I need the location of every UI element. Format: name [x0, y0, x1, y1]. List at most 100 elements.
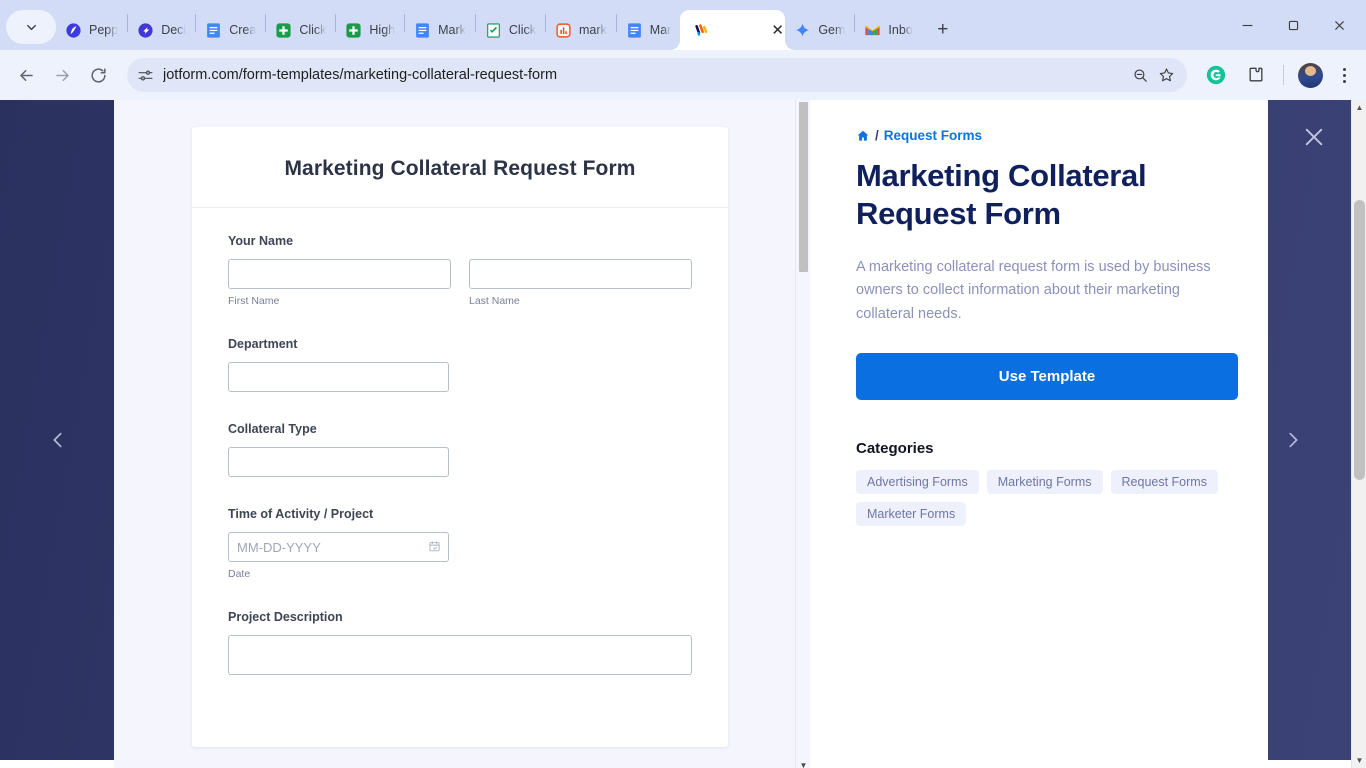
form-title: Marketing Collateral Request Form — [284, 157, 636, 180]
field-time-of-activity: Time of Activity / Project MM-DD-YYYY Da… — [228, 507, 692, 580]
tab-title: High — [369, 23, 396, 37]
zoom-out-icon[interactable] — [1132, 67, 1149, 84]
tab-marketing-docs[interactable]: Mark — [405, 10, 475, 50]
field-label: Your Name — [228, 234, 294, 248]
category-chip[interactable]: Advertising Forms — [856, 470, 979, 495]
google-docs-icon — [205, 22, 222, 39]
extensions-button[interactable] — [1241, 60, 1271, 90]
categories-list: Advertising Forms Marketing Forms Reques… — [856, 470, 1238, 527]
minimize-icon — [1242, 24, 1252, 26]
site-settings-icon[interactable] — [137, 67, 154, 84]
google-docs-icon — [626, 22, 643, 39]
tab-clickup-1[interactable]: Click — [266, 10, 335, 50]
first-name-input[interactable] — [228, 259, 451, 289]
tab-marketing-analytics[interactable]: mark — [546, 10, 616, 50]
tab-gemini[interactable]: Gem — [785, 10, 854, 50]
back-button[interactable] — [9, 58, 43, 92]
last-name-input[interactable] — [469, 259, 692, 289]
date-placeholder: MM-DD-YYYY — [237, 539, 321, 555]
preview-scrollbar-thumb[interactable] — [799, 102, 808, 272]
close-icon — [1305, 128, 1323, 146]
tab-search-button[interactable] — [6, 10, 56, 44]
field-label: Department — [228, 337, 298, 351]
reload-button[interactable] — [81, 58, 115, 92]
home-icon[interactable] — [856, 129, 870, 143]
page-scrollbar[interactable]: ▲ ▼ — [1351, 100, 1366, 768]
scroll-up-icon[interactable]: ▲ — [1352, 100, 1366, 115]
tab-title: mark — [579, 23, 607, 37]
close-modal-button[interactable] — [1297, 120, 1331, 154]
tab-highlight[interactable]: High — [336, 10, 404, 50]
page-title: Marketing Collateral Request Form — [856, 158, 1147, 231]
collateral-type-input[interactable] — [228, 447, 449, 477]
field-label: Collateral Type — [228, 422, 317, 436]
preview-scroll-down-icon[interactable]: ▼ — [796, 761, 810, 768]
forward-arrow-icon — [55, 69, 69, 81]
tab-title: Gem — [818, 23, 846, 37]
forward-button[interactable] — [45, 58, 79, 92]
tab-title: Mar — [649, 23, 672, 37]
window-minimize-button[interactable] — [1224, 2, 1270, 48]
category-chip[interactable]: Marketer Forms — [856, 502, 967, 527]
preview-scrollbar[interactable]: ▼ — [795, 100, 810, 768]
tab-gmail-inbox[interactable]: Inbo — [855, 10, 921, 50]
department-input[interactable] — [228, 362, 449, 392]
profile-avatar[interactable] — [1298, 62, 1323, 88]
calendar-icon[interactable] — [428, 540, 441, 553]
tab-title: Deci — [161, 23, 187, 37]
name-inputs-row — [228, 259, 692, 289]
grammarly-extension-button[interactable] — [1201, 60, 1231, 90]
date-input[interactable]: MM-DD-YYYY — [228, 532, 449, 562]
date-input-wrapper: MM-DD-YYYY — [228, 532, 449, 562]
three-dot-menu-icon[interactable] — [1331, 60, 1357, 90]
gemini-icon — [794, 22, 811, 39]
field-project-description: Project Description — [228, 610, 692, 675]
tab-decipher[interactable]: Deci — [128, 10, 195, 50]
next-template-button[interactable] — [1273, 420, 1313, 460]
address-bar[interactable]: jotform.com/form-templates/marketing-col… — [127, 58, 1187, 92]
window-close-button[interactable] — [1316, 2, 1362, 48]
maximize-icon — [1288, 20, 1298, 30]
close-icon — [1334, 20, 1344, 30]
tab-create-docs[interactable]: Crea — [196, 10, 265, 50]
window-controls — [1224, 0, 1362, 50]
tab-jotform-active[interactable]: ✕ — [670, 10, 786, 50]
breadcrumb: / Request Forms — [856, 128, 1238, 143]
first-name-sublabel: First Name — [228, 295, 280, 307]
tab-title: Click — [508, 23, 536, 37]
form-body: Your Name First Name Last Name Departmen… — [192, 208, 728, 715]
clickup-icon — [275, 22, 292, 39]
name-sublabels: First Name Last Name — [228, 289, 692, 307]
pepper-content-icon — [65, 22, 82, 39]
bookmark-star-icon[interactable] — [1158, 67, 1175, 84]
use-template-button[interactable]: Use Template — [856, 353, 1238, 401]
back-arrow-icon — [19, 69, 33, 81]
template-modal: Marketing Collateral Request Form Your N… — [114, 100, 1268, 768]
page-viewport: Overview ↓ Show more templates — [0, 100, 1366, 768]
category-chip[interactable]: Marketing Forms — [986, 470, 1103, 495]
field-collateral-type: Collateral Type — [228, 422, 692, 477]
google-docs-icon — [414, 22, 431, 39]
category-chip[interactable]: Request Forms — [1110, 470, 1218, 495]
previous-template-button[interactable] — [38, 420, 78, 460]
reload-icon — [90, 67, 106, 83]
new-tab-button[interactable]: + — [928, 15, 958, 45]
breadcrumb-parent-link[interactable]: Request Forms — [884, 128, 982, 143]
toolbar-divider — [1283, 65, 1284, 85]
tab-close-button[interactable]: ✕ — [771, 23, 784, 38]
tab-clickup-sheets[interactable]: Click — [476, 10, 545, 50]
tab-title: Mark — [438, 23, 466, 37]
field-label: Time of Activity / Project — [228, 507, 374, 521]
browser-toolbar: jotform.com/form-templates/marketing-col… — [0, 50, 1366, 100]
form-preview-pane: Marketing Collateral Request Form Your N… — [114, 100, 810, 768]
window-maximize-button[interactable] — [1270, 2, 1316, 48]
tab-strip: Pepp Deci Crea Click High Mark Click mar… — [0, 0, 1366, 50]
tab-pepper[interactable]: Pepp — [56, 10, 127, 50]
page-scrollbar-thumb[interactable] — [1354, 200, 1365, 480]
scroll-down-icon[interactable]: ▼ — [1352, 753, 1366, 768]
project-description-textarea[interactable] — [228, 635, 692, 675]
field-your-name: Your Name First Name Last Name — [228, 234, 692, 307]
browser-window: Pepp Deci Crea Click High Mark Click mar… — [0, 0, 1366, 768]
template-modal-overlay[interactable]: Marketing Collateral Request Form Your N… — [0, 100, 1351, 768]
tab-title: Pepp — [89, 23, 119, 37]
